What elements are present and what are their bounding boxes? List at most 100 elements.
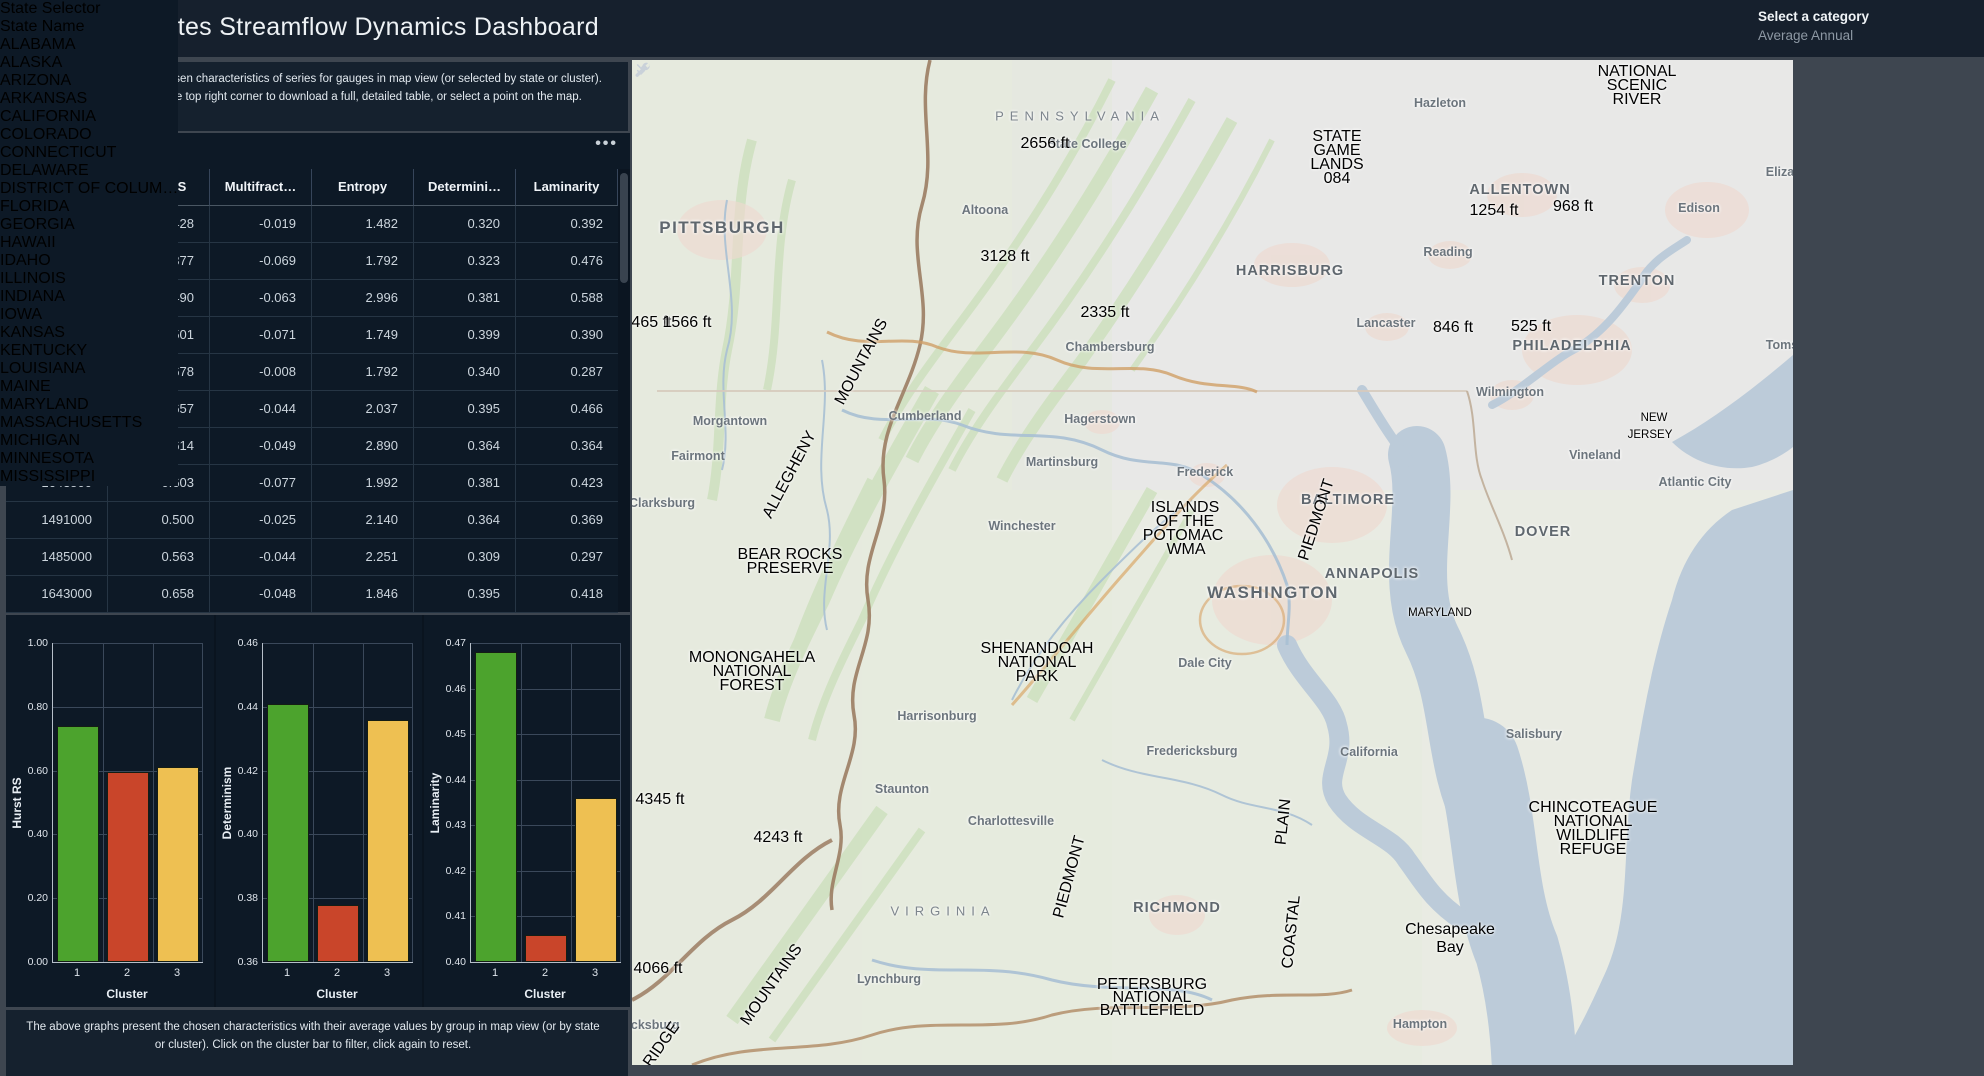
table-cell: 0.423: [516, 465, 618, 502]
bar-cluster-2[interactable]: [317, 905, 359, 962]
chart-y-tick-label: 0.36: [218, 956, 258, 968]
chart-x-axis-title: Cluster: [262, 987, 412, 1001]
chart-y-tick-label: 0.46: [426, 683, 466, 695]
bar-cluster-3[interactable]: [157, 767, 199, 962]
state-row-alaska[interactable]: ALASKA: [0, 54, 178, 72]
state-row-colorado[interactable]: COLORADO: [0, 126, 178, 144]
table-menu-button[interactable]: •••: [595, 135, 618, 153]
state-row-iowa[interactable]: IOWA: [0, 306, 178, 324]
state-row-california[interactable]: CALIFORNIA: [0, 108, 178, 126]
table-cell: 2.251: [312, 539, 414, 576]
table-cell: -0.044: [210, 391, 312, 428]
state-row-louisiana[interactable]: LOUISIANA: [0, 360, 178, 378]
state-row-minnesota[interactable]: MINNESOTA: [0, 450, 178, 468]
chart-y-tick-label: 0.38: [218, 892, 258, 904]
chart-y-axis-title: Hurst RS: [10, 777, 24, 828]
table-cell: 0.466: [516, 391, 618, 428]
chart-x-axis-title: Cluster: [52, 987, 202, 1001]
table-cell: 2.996: [312, 280, 414, 317]
table-cell: 0.364: [414, 428, 516, 465]
state-row-district-of-colum-[interactable]: DISTRICT OF COLUM…: [0, 180, 178, 198]
table-cell: 0.563: [108, 539, 210, 576]
cluster-chart-laminarity: Laminarity0.470.460.450.440.430.420.410.…: [422, 615, 630, 1007]
table-scrollbar-thumb[interactable]: [620, 173, 628, 283]
chart-gridline: [471, 643, 621, 644]
state-row-hawaii[interactable]: HAWAII: [0, 234, 178, 252]
state-name-column-header[interactable]: State Name: [0, 18, 178, 36]
bar-cluster-2[interactable]: [525, 935, 567, 962]
double-chevron-down-icon: [632, 60, 650, 80]
chart-y-tick-label: 0.45: [426, 728, 466, 740]
chart-x-tick-label: 2: [112, 967, 142, 979]
category-selector-label[interactable]: Select a category: [1758, 9, 1869, 24]
chart-gridline-vertical: [313, 643, 314, 962]
table-cell: 1491000: [6, 502, 108, 539]
app-header: United States Streamflow Dynamics Dashbo…: [0, 0, 1984, 57]
chart-gridline-vertical: [571, 643, 572, 962]
state-row-kansas[interactable]: KANSAS: [0, 324, 178, 342]
chart-y-tick-label: 0.44: [426, 774, 466, 786]
state-row-arkansas[interactable]: ARKANSAS: [0, 90, 178, 108]
chart-gridline-vertical: [363, 643, 364, 962]
state-row-michigan[interactable]: MICHIGAN: [0, 432, 178, 450]
state-row-connecticut[interactable]: CONNECTICUT: [0, 144, 178, 162]
state-row-indiana[interactable]: INDIANA: [0, 288, 178, 306]
map-view[interactable]: PITTSBURGHHARRISBURGALLENTOWNTRENTONPHIL…: [632, 60, 1793, 1065]
chart-plot-area: Hurst RS: [52, 643, 203, 963]
table-column-header[interactable]: Determini…: [414, 169, 516, 206]
table-cell: -0.077: [210, 465, 312, 502]
bar-cluster-3[interactable]: [575, 798, 617, 962]
table-row[interactable]: 14850000.563-0.0442.2510.3090.297: [6, 539, 618, 576]
bar-cluster-2[interactable]: [107, 772, 149, 962]
table-cell: 1485000: [6, 539, 108, 576]
table-cell: 0.323: [414, 243, 516, 280]
state-row-idaho[interactable]: IDAHO: [0, 252, 178, 270]
state-row-mississippi[interactable]: MISSISSIPPI: [0, 468, 178, 486]
table-column-header[interactable]: Laminarity: [516, 169, 618, 206]
state-row-massachusetts[interactable]: MASSACHUSETTS: [0, 414, 178, 432]
state-row-maryland[interactable]: MARYLAND: [0, 396, 178, 414]
state-row-florida[interactable]: FLORIDA: [0, 198, 178, 216]
chart-y-tick-label: 0.60: [8, 765, 48, 777]
table-cell: 0.364: [414, 502, 516, 539]
chart-y-tick-label: 1.00: [8, 637, 48, 649]
chart-y-tick-label: 0.40: [426, 956, 466, 968]
table-cell: 1643000: [6, 576, 108, 613]
chart-gridline-vertical: [521, 643, 522, 962]
table-scrollbar[interactable]: [618, 169, 630, 612]
state-row-georgia[interactable]: GEORGIA: [0, 216, 178, 234]
state-list: ALABAMAALASKAARIZONAARKANSASCALIFORNIACO…: [0, 36, 178, 486]
table-cell: 1.482: [312, 206, 414, 243]
table-column-header[interactable]: Entropy: [312, 169, 414, 206]
table-cell: -0.069: [210, 243, 312, 280]
chart-gridline-vertical: [153, 643, 154, 962]
bar-cluster-3[interactable]: [367, 720, 409, 962]
chart-x-tick-label: 1: [480, 967, 510, 979]
table-cell: 0.364: [516, 428, 618, 465]
table-cell: -0.008: [210, 354, 312, 391]
table-column-header[interactable]: Multifract…: [210, 169, 312, 206]
bar-cluster-1[interactable]: [57, 726, 99, 962]
table-row[interactable]: 14910000.500-0.0252.1400.3640.369: [6, 502, 618, 539]
table-row[interactable]: 16430000.658-0.0481.8460.3950.418: [6, 576, 618, 613]
state-row-delaware[interactable]: DELAWARE: [0, 162, 178, 180]
category-selected-value[interactable]: Average Annual: [1758, 28, 1869, 43]
table-cell: 0.369: [516, 502, 618, 539]
state-row-arizona[interactable]: ARIZONA: [0, 72, 178, 90]
state-row-kentucky[interactable]: KENTUCKY: [0, 342, 178, 360]
bar-cluster-1[interactable]: [475, 652, 517, 962]
chart-x-tick-label: 1: [272, 967, 302, 979]
table-cell: -0.025: [210, 502, 312, 539]
state-row-illinois[interactable]: ILLINOIS: [0, 270, 178, 288]
chart-plot-area: Laminarity: [470, 643, 621, 963]
state-row-maine[interactable]: MAINE: [0, 378, 178, 396]
chart-y-tick-label: 0.44: [218, 701, 258, 713]
table-cell: 1.792: [312, 354, 414, 391]
table-cell: 0.320: [414, 206, 516, 243]
table-cell: -0.049: [210, 428, 312, 465]
state-row-alabama[interactable]: ALABAMA: [0, 36, 178, 54]
bar-cluster-1[interactable]: [267, 704, 309, 962]
chart-x-tick-label: 3: [580, 967, 610, 979]
table-cell: 0.309: [414, 539, 516, 576]
chart-y-tick-label: 0.42: [218, 765, 258, 777]
